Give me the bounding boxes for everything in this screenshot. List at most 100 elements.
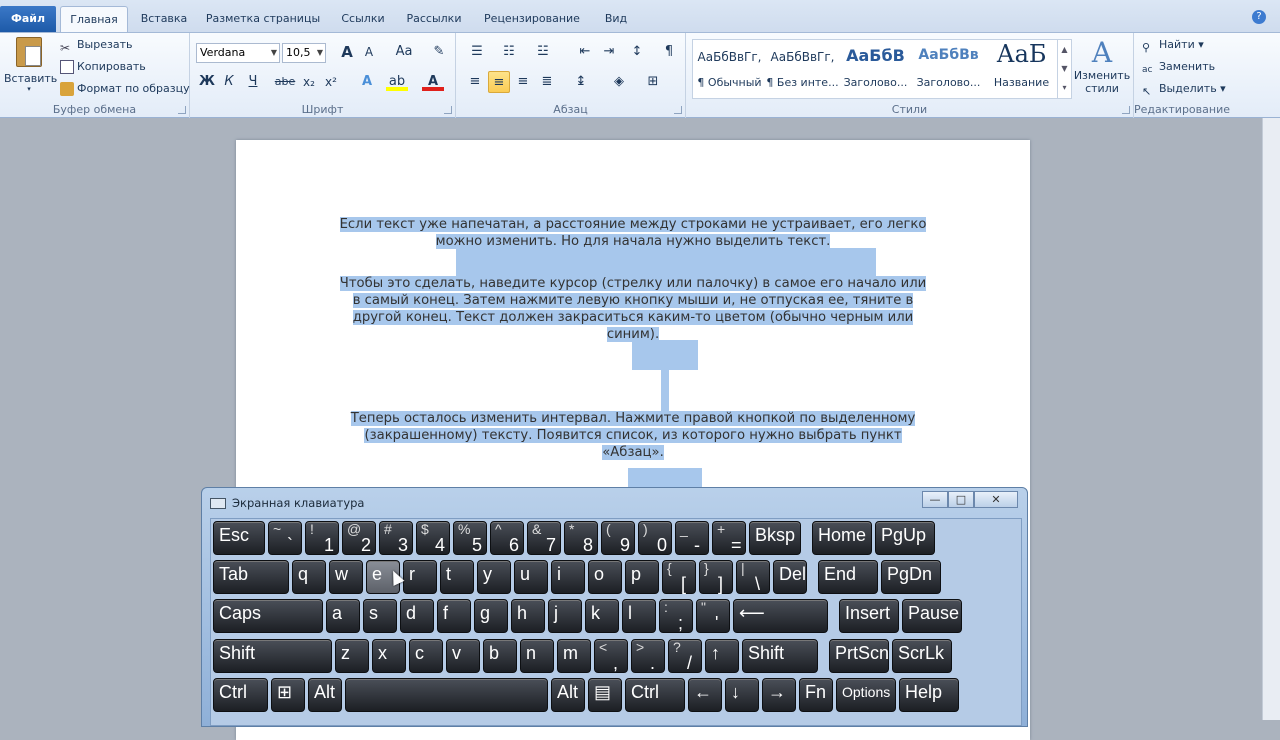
font-size-select[interactable]: 10,5 ▼ xyxy=(282,43,326,63)
key-symbol[interactable]: ⊞ xyxy=(271,678,305,712)
key-del[interactable]: Del xyxy=(773,560,807,594)
key-symbol[interactable]: | \ xyxy=(736,560,770,594)
shading-icon[interactable]: ◈ xyxy=(608,71,630,93)
key-o[interactable]: o xyxy=(588,560,622,594)
tab-review[interactable]: Рецензирование xyxy=(476,6,588,32)
key-space[interactable] xyxy=(345,678,548,712)
grow-font-button[interactable]: A xyxy=(336,41,358,63)
key-x[interactable]: x xyxy=(372,639,406,673)
cut-button[interactable]: ✂ Вырезать xyxy=(60,35,132,55)
key-z[interactable]: z xyxy=(335,639,369,673)
minimize-button[interactable]: — xyxy=(922,491,948,508)
key-symbol[interactable]: _ - xyxy=(675,521,709,555)
key-symbol[interactable]: + = xyxy=(712,521,746,555)
key-7[interactable]: & 7 xyxy=(527,521,561,555)
key-symbol[interactable]: <, xyxy=(594,639,628,673)
key-symbol[interactable]: :; xyxy=(659,599,693,633)
key-6[interactable]: ^ 6 xyxy=(490,521,524,555)
key-h[interactable]: h xyxy=(511,599,545,633)
key-scrlk[interactable]: ScrLk xyxy=(892,639,952,673)
key-r[interactable]: r xyxy=(403,560,437,594)
key-esc[interactable]: Esc xyxy=(213,521,265,555)
key-9[interactable]: (9 xyxy=(601,521,635,555)
key-symbol[interactable]: → xyxy=(762,678,796,712)
close-button[interactable]: ✕ xyxy=(974,491,1018,508)
key-home[interactable]: Home xyxy=(812,521,872,555)
key-s[interactable]: s xyxy=(363,599,397,633)
tab-mailings[interactable]: Рассылки xyxy=(400,6,468,32)
borders-icon[interactable]: ⊞ xyxy=(642,71,664,93)
vertical-scrollbar[interactable] xyxy=(1262,118,1280,720)
styles-launcher-icon[interactable] xyxy=(1122,106,1130,114)
key-caps[interactable]: Caps xyxy=(213,599,323,633)
show-marks-button[interactable]: ¶ xyxy=(658,41,680,63)
copy-button[interactable]: Копировать xyxy=(60,57,146,77)
sort-icon[interactable]: ↕ xyxy=(626,41,648,63)
align-right-icon[interactable]: ≡ xyxy=(512,71,534,93)
key-symbol[interactable]: ← xyxy=(688,678,722,712)
font-family-select[interactable]: Verdana ▼ xyxy=(196,43,280,63)
key-symbol[interactable]: ↑ xyxy=(705,639,739,673)
key-symbol[interactable]: }] xyxy=(699,560,733,594)
key-alt[interactable]: Alt xyxy=(551,678,585,712)
justify-icon[interactable]: ≣ xyxy=(536,71,558,93)
tab-home[interactable]: Главная xyxy=(60,6,128,32)
key-5[interactable]: % 5 xyxy=(453,521,487,555)
key-4[interactable]: $4 xyxy=(416,521,450,555)
key-symbol[interactable]: ▤ xyxy=(588,678,622,712)
key-pause[interactable]: Pause xyxy=(902,599,962,633)
key-bksp[interactable]: Bksp xyxy=(749,521,801,555)
maximize-button[interactable]: □ xyxy=(948,491,974,508)
key-f[interactable]: f xyxy=(437,599,471,633)
key-k[interactable]: k xyxy=(585,599,619,633)
multilevel-list-icon[interactable]: ☳ xyxy=(532,41,554,63)
highlight-icon[interactable]: ab xyxy=(386,71,408,91)
align-left-icon[interactable]: ≡ xyxy=(464,71,486,93)
key-3[interactable]: #3 xyxy=(379,521,413,555)
find-button[interactable]: ⚲ Найти ▾ xyxy=(1142,35,1204,55)
tab-insert[interactable]: Вставка xyxy=(132,6,196,32)
key-help[interactable]: Help xyxy=(899,678,959,712)
key-ctrl[interactable]: Ctrl xyxy=(213,678,268,712)
key-8[interactable]: * 8 xyxy=(564,521,598,555)
key-symbol[interactable]: ~ ` xyxy=(268,521,302,555)
key-d[interactable]: d xyxy=(400,599,434,633)
key-q[interactable]: q xyxy=(292,560,326,594)
styles-scroll[interactable]: ▲ ▼ ▾ xyxy=(1057,40,1071,98)
key-options[interactable]: Options xyxy=(836,678,896,712)
tab-view[interactable]: Вид xyxy=(596,6,636,32)
key-b[interactable]: b xyxy=(483,639,517,673)
tab-page-layout[interactable]: Разметка страницы xyxy=(200,6,326,32)
key-shift[interactable]: Shift xyxy=(213,639,332,673)
key-w[interactable]: w xyxy=(329,560,363,594)
paragraph-launcher-icon[interactable] xyxy=(674,106,682,114)
align-center-icon[interactable]: ≡ xyxy=(488,71,510,93)
key-pgdn[interactable]: PgDn xyxy=(881,560,941,594)
change-case-button[interactable]: Аа xyxy=(390,41,418,63)
key-2[interactable]: @2 xyxy=(342,521,376,555)
style-heading-1[interactable]: АаБбВ Заголово... xyxy=(839,40,912,98)
key-alt[interactable]: Alt xyxy=(308,678,342,712)
underline-button[interactable]: Ч xyxy=(242,71,264,93)
paste-button[interactable]: Вставить ▾ xyxy=(4,37,57,99)
key-v[interactable]: v xyxy=(446,639,480,673)
superscript-button[interactable]: x² xyxy=(320,71,342,93)
key-n[interactable]: n xyxy=(520,639,554,673)
key-m[interactable]: m xyxy=(557,639,591,673)
style-title[interactable]: АаБ Название xyxy=(985,40,1058,98)
help-icon[interactable]: ? xyxy=(1252,10,1266,24)
key-t[interactable]: t xyxy=(440,560,474,594)
key-fn[interactable]: Fn xyxy=(799,678,833,712)
select-button[interactable]: ↖ Выделить ▾ xyxy=(1142,79,1226,99)
key-symbol[interactable]: ↓ xyxy=(725,678,759,712)
style-normal[interactable]: АаБбВвГг, ¶ Обычный xyxy=(693,40,766,98)
shrink-font-button[interactable]: A xyxy=(358,41,380,63)
key-symbol[interactable]: " ' xyxy=(696,599,730,633)
key-g[interactable]: g xyxy=(474,599,508,633)
key-symbol[interactable]: ? / xyxy=(668,639,702,673)
increase-indent-icon[interactable]: ⇥ xyxy=(598,41,620,63)
font-launcher-icon[interactable] xyxy=(444,106,452,114)
clear-format-icon[interactable]: ✎ xyxy=(428,41,450,63)
key-ctrl[interactable]: Ctrl xyxy=(625,678,685,712)
text-effects-icon[interactable]: A xyxy=(356,71,378,93)
